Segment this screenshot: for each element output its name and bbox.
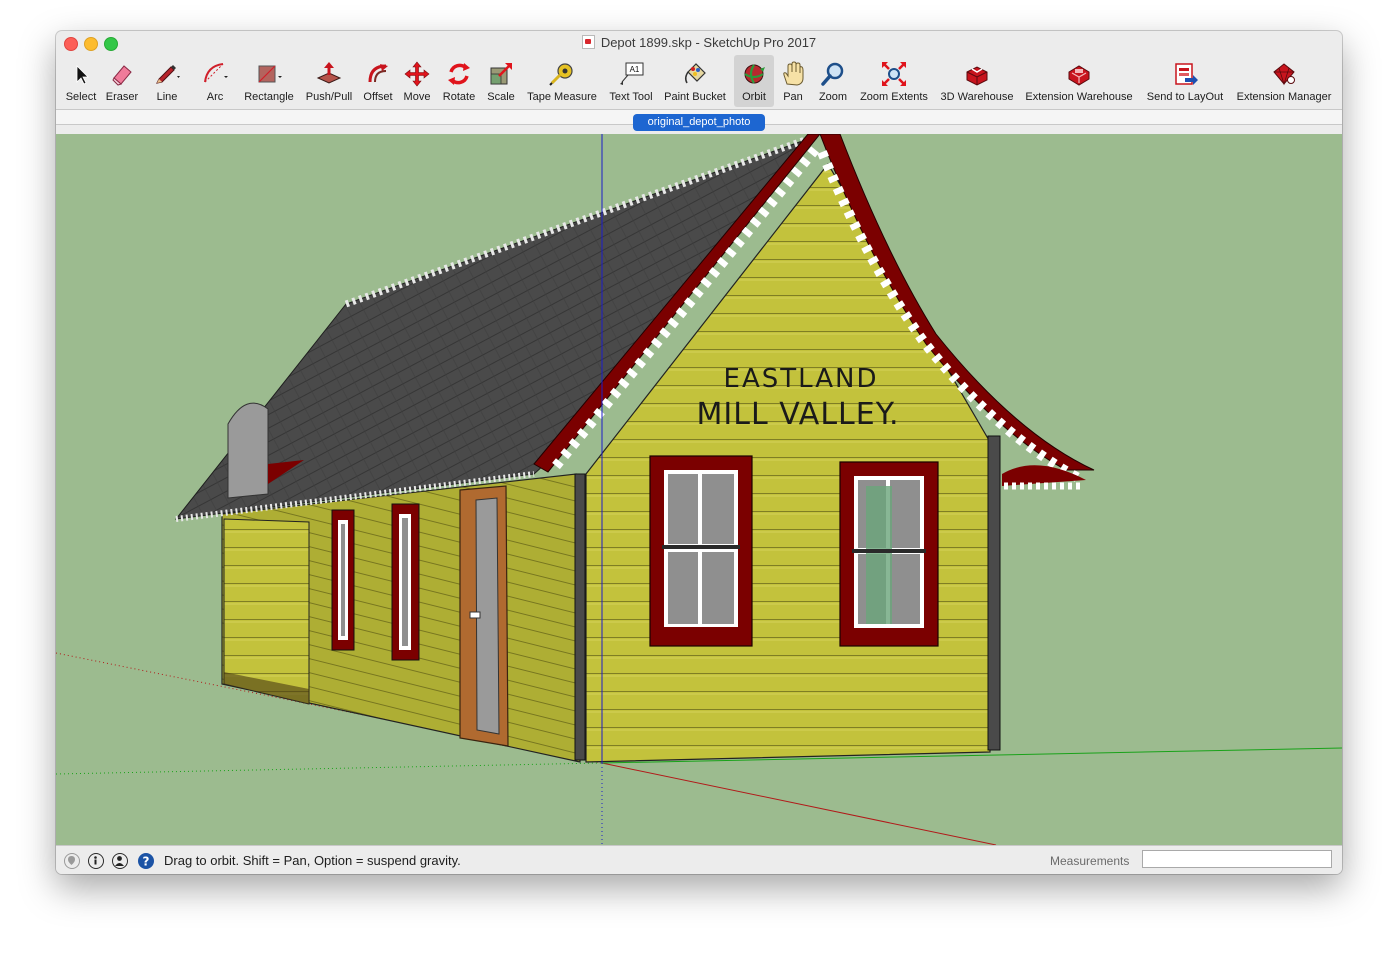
rectangle-icon (258, 65, 282, 83)
offset-icon (368, 64, 388, 83)
orbit-icon (744, 64, 765, 84)
zoom-extents-icon (882, 62, 906, 86)
3d-warehouse-tool-button[interactable]: 3D Warehouse (936, 55, 1018, 107)
3d-warehouse-icon (966, 66, 988, 86)
document-icon (581, 35, 595, 49)
measurements-input[interactable] (1142, 850, 1332, 868)
eraser-tool-label: Eraser (105, 91, 139, 103)
right-corner-post (987, 435, 1001, 751)
push-pull-icon (316, 62, 342, 84)
orbit-tool-label: Orbit (742, 91, 766, 103)
extension-warehouse-icon (1068, 65, 1090, 86)
rotate-tool-label: Rotate (442, 91, 476, 103)
extension-manager-icon (1273, 63, 1295, 86)
select-tool-label: Select (65, 91, 97, 103)
send-to-layout-tool-label: Send to LayOut (1146, 91, 1224, 103)
offset-tool-button[interactable]: Offset (359, 55, 397, 107)
arc-icon (204, 63, 228, 83)
tape-measure-icon (549, 63, 573, 86)
paint-bucket-icon (684, 63, 706, 84)
model-info-icon[interactable] (88, 853, 104, 869)
pan-tool-label: Pan (783, 91, 803, 103)
main-toolbar: Select Eraser Line Arc Rectangle Push/Pu… (56, 55, 1342, 107)
scene-tab[interactable]: original_depot_photo (633, 114, 765, 131)
tape-measure-tool-label: Tape Measure (527, 91, 597, 103)
zoom-extents-tool-label: Zoom Extents (860, 91, 928, 103)
move-tool-button[interactable]: Move (399, 55, 435, 107)
user-account-icon[interactable] (112, 853, 128, 869)
window-title: Depot 1899.skp - SketchUp Pro 2017 (56, 35, 1342, 50)
window-title-text: Depot 1899.skp - SketchUp Pro 2017 (600, 35, 817, 50)
zoom-tool-button[interactable]: Zoom (814, 55, 852, 107)
model-viewport[interactable]: EASTLAND MILL VALLEY. (56, 134, 1342, 845)
paint-bucket-tool-label: Paint Bucket (664, 91, 726, 103)
text-tool-glyph: A1 (630, 65, 640, 74)
front-window-left (649, 455, 753, 647)
sign-line-1: EASTLAND (724, 364, 879, 394)
side-door (459, 485, 509, 747)
eraser-tool-button[interactable]: Eraser (103, 55, 141, 107)
line-tool-button[interactable]: Line (144, 55, 190, 107)
rectangle-tool-label: Rectangle (244, 91, 294, 103)
arc-tool-label: Arc (206, 91, 224, 103)
send-to-layout-icon (1175, 63, 1198, 85)
text-tool-label: Text Tool (609, 91, 653, 103)
app-window: Depot 1899.skp - SketchUp Pro 2017 Selec… (56, 31, 1342, 874)
move-arrows-icon (404, 61, 430, 87)
measurements-label: Measurements (1050, 854, 1130, 868)
paint-bucket-tool-button[interactable]: Paint Bucket (660, 55, 730, 107)
extension-warehouse-tool-label: Extension Warehouse (1025, 91, 1133, 103)
3d-warehouse-tool-label: 3D Warehouse (940, 91, 1014, 103)
door-knob (469, 611, 481, 619)
pencil-icon (156, 65, 180, 84)
extension-warehouse-tool-button[interactable]: Extension Warehouse (1021, 55, 1137, 107)
select-tool-button[interactable]: Select (60, 55, 102, 107)
sign-line-2: MILL VALLEY. (697, 397, 900, 432)
pan-hand-icon (783, 61, 804, 86)
zoom-tool-label: Zoom (818, 91, 848, 103)
scale-tool-label: Scale (487, 91, 515, 103)
red-axis-line (601, 762, 997, 845)
extension-manager-tool-button[interactable]: Extension Manager (1232, 55, 1336, 107)
text-tool-button[interactable]: A1 Text Tool (604, 55, 658, 107)
rectangle-tool-button[interactable]: Rectangle (240, 55, 298, 107)
orbit-tool-button[interactable]: Orbit (734, 55, 774, 107)
extension-manager-tool-label: Extension Manager (1236, 91, 1332, 103)
scale-tool-button[interactable]: Scale (482, 55, 520, 107)
rotate-icon (448, 63, 470, 85)
svg-text:?: ? (143, 855, 150, 869)
rotate-tool-button[interactable]: Rotate (439, 55, 479, 107)
side-window-2 (391, 503, 420, 661)
title-bar: Depot 1899.skp - SketchUp Pro 2017 (56, 31, 1342, 55)
help-question-icon[interactable]: ? (138, 853, 154, 869)
arrow-cursor-icon (76, 65, 89, 85)
arc-tool-button[interactable]: Arc (194, 55, 236, 107)
tape-measure-tool-button[interactable]: Tape Measure (522, 55, 602, 107)
pan-tool-button[interactable]: Pan (776, 55, 810, 107)
geolocation-icon[interactable] (64, 853, 80, 869)
status-bar: ? Drag to orbit. Shift = Pan, Option = s… (56, 845, 1342, 874)
left-corner-post (574, 473, 586, 761)
push-pull-tool-button[interactable]: Push/Pull (301, 55, 357, 107)
side-window-1 (331, 509, 355, 651)
green-axis-dotted (56, 762, 603, 775)
line-tool-label: Line (156, 91, 178, 103)
offset-tool-label: Offset (363, 91, 393, 103)
send-to-layout-tool-button[interactable]: Send to LayOut (1140, 55, 1230, 107)
zoom-extents-tool-button[interactable]: Zoom Extents (856, 55, 932, 107)
front-window-right (839, 461, 939, 647)
depot-model-drawing: EASTLAND MILL VALLEY. (56, 134, 1342, 845)
zoom-magnifier-icon (821, 62, 844, 86)
move-tool-label: Move (403, 91, 431, 103)
status-hint: Drag to orbit. Shift = Pan, Option = sus… (164, 853, 461, 868)
eraser-icon (112, 65, 132, 86)
push-pull-tool-label: Push/Pull (305, 91, 353, 103)
scale-icon (490, 63, 512, 85)
text-tool-icon: A1 (620, 62, 644, 85)
